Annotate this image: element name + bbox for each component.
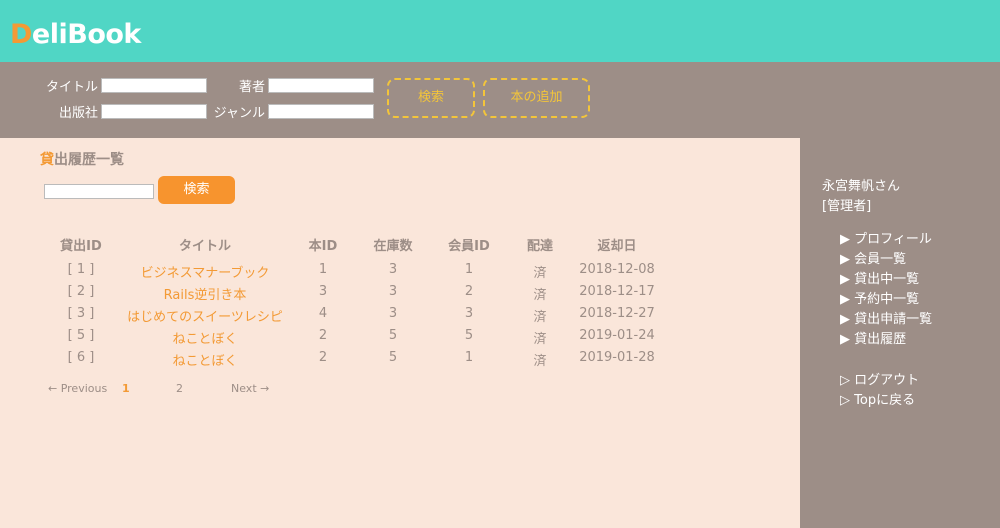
menu-reservations[interactable]: ▶ 予約中一覧 <box>840 288 919 307</box>
cell-loan-id: [ 6 ] <box>67 350 95 365</box>
menu-loan-requests[interactable]: ▶ 貸出申請一覧 <box>840 308 932 327</box>
cell-title-link[interactable]: Rails逆引き本 <box>164 284 247 303</box>
title-label: タイトル <box>45 80 98 95</box>
user-name: 永宮舞帆さん <box>822 179 901 194</box>
page-title-text: 出履歴一覧 <box>54 152 124 168</box>
cell-book-id: 2 <box>318 350 328 365</box>
cell-stock: 3 <box>388 284 398 299</box>
cell-member-id: 1 <box>464 262 474 277</box>
cell-stock: 3 <box>388 306 398 321</box>
menu-profile[interactable]: ▶ プロフィール <box>840 228 932 247</box>
cell-return-date: 2018-12-27 <box>579 306 655 321</box>
title-input[interactable] <box>101 78 207 93</box>
col-delivery: 配達 <box>526 239 554 254</box>
page-title-accent: 貸 <box>40 152 54 168</box>
header: DeliBook <box>0 0 1000 62</box>
pagination-next[interactable]: Next → <box>231 382 269 395</box>
cell-title-link[interactable]: ビジネスマナーブック <box>141 262 270 281</box>
search-bar: タイトル 著者 出版社 ジャンル 検索 本の追加 <box>0 62 1000 138</box>
cell-loan-id: [ 3 ] <box>67 306 95 321</box>
cell-book-id: 3 <box>318 284 328 299</box>
menu-back-to-top[interactable]: ▷ Topに戻る <box>840 389 915 408</box>
cell-delivery: 済 <box>533 266 547 281</box>
menu-loans-active[interactable]: ▶ 貸出中一覧 <box>840 268 919 287</box>
cell-title-link[interactable]: ねことぼく <box>172 350 237 369</box>
menu-loan-history[interactable]: ▶ 貸出履歴 <box>840 328 906 347</box>
author-input[interactable] <box>268 78 374 93</box>
cell-return-date: 2019-01-28 <box>579 350 655 365</box>
cell-member-id: 5 <box>464 328 474 343</box>
sidebar: 永宮舞帆さん [管理者] ▶ プロフィール ▶ 会員一覧 ▶ 貸出中一覧 ▶ 予… <box>800 138 1000 528</box>
genre-label: ジャンル <box>213 106 265 121</box>
page-title: 貸出履歴一覧 <box>40 149 124 169</box>
cell-book-id: 1 <box>318 262 328 277</box>
pagination-page-2[interactable]: 2 <box>176 382 183 395</box>
cell-book-id: 2 <box>318 328 328 343</box>
col-return-date: 返却日 <box>597 239 637 254</box>
cell-return-date: 2018-12-08 <box>579 262 655 277</box>
cell-title-link[interactable]: ねことぼく <box>172 328 237 347</box>
cell-member-id: 1 <box>464 350 474 365</box>
logo-text: eliBook <box>31 19 141 50</box>
cell-book-id: 4 <box>318 306 328 321</box>
cell-return-date: 2019-01-24 <box>579 328 655 343</box>
menu-logout[interactable]: ▷ ログアウト <box>840 369 919 388</box>
cell-delivery: 済 <box>533 288 547 303</box>
col-stock: 在庫数 <box>373 239 413 254</box>
cell-loan-id: [ 2 ] <box>67 284 95 299</box>
author-label: 著者 <box>238 80 265 95</box>
cell-return-date: 2018-12-17 <box>579 284 655 299</box>
col-book-id: 本ID <box>308 239 338 254</box>
history-search-button[interactable]: 検索 <box>158 176 235 204</box>
logo[interactable]: DeliBook <box>10 19 141 50</box>
cell-delivery: 済 <box>533 354 547 369</box>
main-content: 貸出履歴一覧 検索 貸出ID タイトル 本ID 在庫数 会員ID 配達 返却日 … <box>0 138 800 528</box>
col-title: タイトル <box>178 239 232 254</box>
history-search-input[interactable] <box>44 184 154 199</box>
cell-stock: 5 <box>388 350 398 365</box>
cell-member-id: 3 <box>464 306 474 321</box>
pagination-previous[interactable]: ← Previous <box>48 382 107 395</box>
add-book-button[interactable]: 本の追加 <box>483 78 590 118</box>
cell-delivery: 済 <box>533 332 547 347</box>
cell-stock: 5 <box>388 328 398 343</box>
cell-delivery: 済 <box>533 310 547 325</box>
col-loan-id: 貸出ID <box>60 239 102 254</box>
cell-stock: 3 <box>388 262 398 277</box>
logo-initial: D <box>10 19 32 50</box>
cell-loan-id: [ 1 ] <box>67 262 95 277</box>
cell-loan-id: [ 5 ] <box>67 328 95 343</box>
cell-member-id: 2 <box>464 284 474 299</box>
publisher-label: 出版社 <box>58 106 98 121</box>
menu-member-list[interactable]: ▶ 会員一覧 <box>840 248 906 267</box>
genre-input[interactable] <box>268 104 374 119</box>
search-button[interactable]: 検索 <box>387 78 475 118</box>
user-role: [管理者] <box>822 199 872 214</box>
col-member-id: 会員ID <box>448 239 490 254</box>
publisher-input[interactable] <box>101 104 207 119</box>
cell-title-link[interactable]: はじめてのスイーツレシピ <box>127 306 283 325</box>
pagination-page-1: 1 <box>122 382 130 395</box>
